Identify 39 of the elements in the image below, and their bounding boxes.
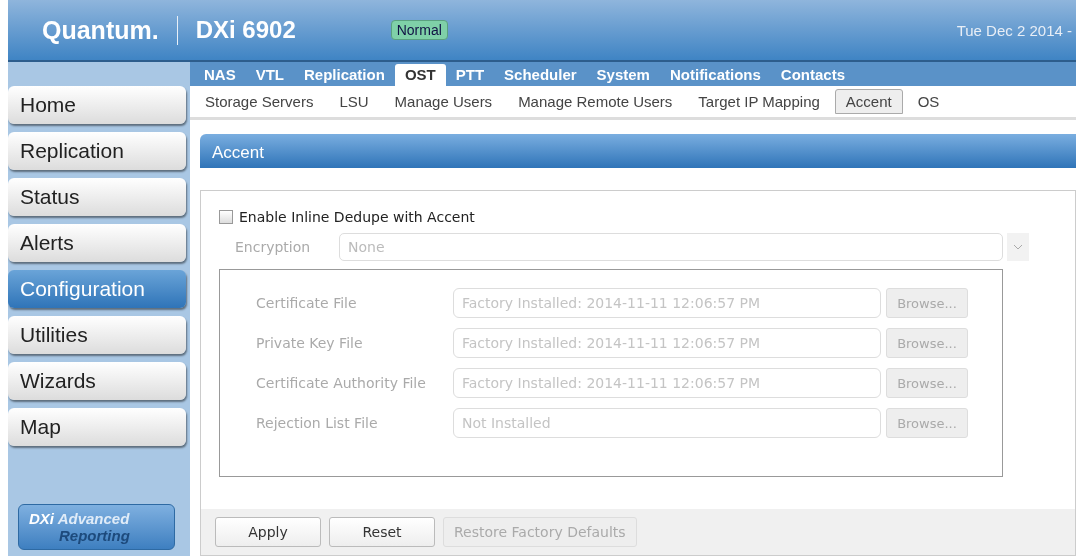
field-label: Rejection List File: [256, 415, 379, 431]
field-label: Private Key File: [256, 335, 364, 351]
sidebar-item[interactable]: Wizards: [8, 362, 186, 400]
sub-tab[interactable]: Storage Servers: [194, 89, 325, 114]
sidebar-item[interactable]: Status: [8, 178, 186, 216]
field-label: Certificate File: [256, 295, 358, 311]
field-label: Certificate Authority File: [256, 375, 427, 391]
sidebar-item[interactable]: Configuration: [8, 270, 186, 308]
panel-title: Accent: [200, 134, 1076, 168]
model-name: DXi 6902: [195, 16, 297, 44]
checkbox-label: Enable Inline Dedupe with Accent: [239, 209, 475, 225]
top-tab[interactable]: VTL: [245, 64, 294, 86]
sidebar-item[interactable]: Home: [8, 86, 186, 124]
sub-tab[interactable]: OS: [906, 89, 951, 114]
sidebar-item[interactable]: Map: [8, 408, 186, 446]
action-button[interactable]: Reset: [329, 517, 435, 547]
field-label: Encryption: [235, 239, 312, 255]
sub-tab[interactable]: Target IP Mapping: [687, 89, 831, 114]
top-tab[interactable]: Notifications: [659, 64, 771, 86]
date-time: Tue Dec 2 2014 -: [956, 21, 1073, 39]
top-tab[interactable]: System: [586, 64, 660, 86]
sidebar-item[interactable]: Replication: [8, 132, 186, 170]
brand-logo: Quantum.: [42, 15, 178, 45]
sub-tab[interactable]: Accent: [834, 89, 903, 114]
sub-tab[interactable]: Manage Users: [383, 89, 504, 114]
sub-tab[interactable]: LSU: [328, 89, 380, 114]
status-badge: Normal: [390, 20, 448, 40]
sub-tab[interactable]: Manage Remote Users: [507, 89, 684, 114]
sidebar-item[interactable]: Utilities: [8, 316, 186, 354]
reporting-button[interactable]: DXi Advanced Reporting: [18, 504, 175, 550]
top-tab[interactable]: NAS: [194, 64, 246, 86]
action-button[interactable]: Apply: [215, 517, 321, 547]
top-tab[interactable]: Scheduler: [494, 64, 587, 86]
top-tab[interactable]: OST: [394, 64, 446, 86]
top-tab[interactable]: PTT: [445, 64, 495, 86]
top-tab[interactable]: Contacts: [770, 64, 855, 86]
checkbox[interactable]: [219, 210, 233, 224]
top-tab[interactable]: Replication: [294, 64, 395, 86]
sidebar-item[interactable]: Alerts: [8, 224, 186, 262]
